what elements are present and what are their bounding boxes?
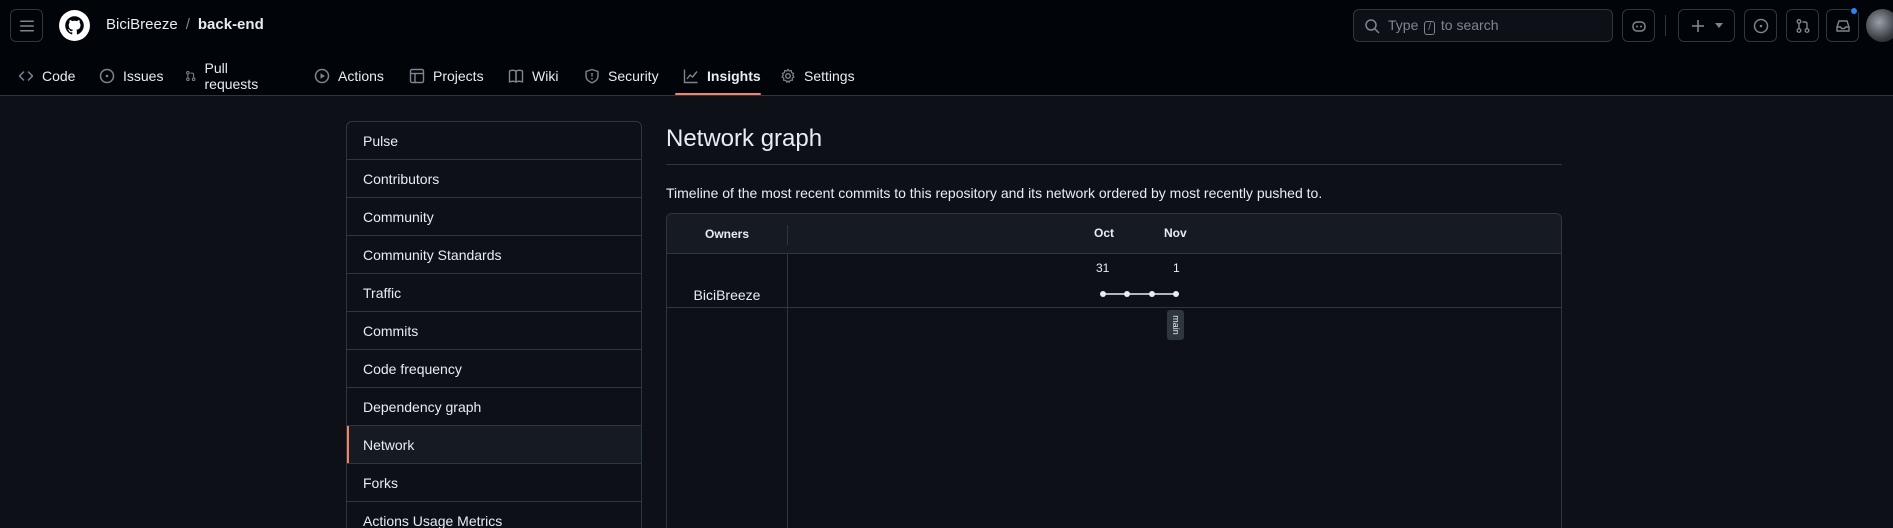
commit-timeline <box>1100 291 1179 297</box>
tab-settings[interactable]: Settings <box>772 56 863 96</box>
sidebar-item-network[interactable]: Network <box>347 426 641 464</box>
create-new-button[interactable] <box>1678 9 1735 42</box>
github-logo-icon[interactable] <box>58 9 91 42</box>
tab-projects[interactable]: Projects <box>401 56 492 96</box>
branch-name: main <box>1170 315 1181 335</box>
sidebar-item-contributors[interactable]: Contributors <box>347 160 641 198</box>
copilot-button[interactable] <box>1622 9 1655 42</box>
git-pull-request-icon <box>186 70 196 82</box>
tab-label: Insights <box>707 68 761 84</box>
active-tab-indicator <box>675 93 761 95</box>
gear-icon <box>781 68 795 83</box>
tab-label: Code <box>42 68 76 84</box>
book-icon <box>508 69 524 83</box>
tab-label: Wiki <box>532 68 559 84</box>
hamburger-icon <box>19 20 34 31</box>
tab-label: Security <box>608 68 659 84</box>
tab-label: Projects <box>433 68 484 84</box>
breadcrumb: BiciBreeze / back-end <box>106 16 264 33</box>
sidebar-item-dependency-graph[interactable]: Dependency graph <box>347 388 641 426</box>
tab-issues[interactable]: Issues <box>91 56 171 96</box>
search-shortcut-key: / <box>1424 20 1436 35</box>
table-icon <box>409 68 425 84</box>
commit-dot[interactable] <box>1173 291 1179 297</box>
menu-button[interactable] <box>10 9 43 42</box>
sidebar-item-code-frequency[interactable]: Code frequency <box>347 350 641 388</box>
git-pull-request-icon <box>1796 18 1809 33</box>
play-icon <box>314 68 330 84</box>
avatar[interactable] <box>1866 9 1893 42</box>
tab-code[interactable]: Code <box>10 56 83 96</box>
issue-opened-icon <box>1753 18 1768 33</box>
copilot-icon <box>1631 20 1646 32</box>
tab-label: Actions <box>338 68 384 84</box>
notification-indicator <box>1850 7 1858 15</box>
sidebar-item-community[interactable]: Community <box>347 198 641 236</box>
triangle-down-icon <box>1714 22 1723 28</box>
sidebar-item-forks[interactable]: Forks <box>347 464 641 502</box>
sidebar-item-actions-usage-metrics[interactable]: Actions Usage Metrics <box>347 502 641 528</box>
tab-label: Issues <box>123 68 164 84</box>
network-graph[interactable]: Owners Oct Nov 31 1 BiciBreeze main <box>666 213 1562 528</box>
tab-actions[interactable]: Actions <box>306 56 392 96</box>
insights-sidebar: Pulse Contributors Community Community S… <box>346 121 642 528</box>
commit-dot[interactable] <box>1100 291 1106 297</box>
search-placeholder-suffix: to search <box>1440 16 1499 33</box>
sidebar-item-commits[interactable]: Commits <box>347 312 641 350</box>
repo-link[interactable]: back-end <box>198 16 264 33</box>
tab-pull-requests[interactable]: Pull requests <box>177 56 271 96</box>
issue-opened-icon <box>99 68 115 84</box>
shield-icon <box>585 68 599 84</box>
page-description: Timeline of the most recent commits to t… <box>666 185 1323 201</box>
sidebar-item-pulse[interactable]: Pulse <box>347 122 641 160</box>
graph-icon <box>683 69 698 84</box>
branch-label: main <box>1167 310 1184 340</box>
title-divider <box>666 164 1562 165</box>
search-placeholder-prefix: Type <box>1388 16 1419 33</box>
tab-wiki[interactable]: Wiki <box>500 56 566 96</box>
search-input[interactable]: Type / to search <box>1353 9 1613 42</box>
plus-icon <box>1691 19 1704 32</box>
inbox-icon <box>1835 19 1850 32</box>
sidebar-item-community-standards[interactable]: Community Standards <box>347 236 641 274</box>
page-title: Network graph <box>666 125 823 152</box>
search-icon <box>1365 18 1380 33</box>
tab-security[interactable]: Security <box>576 56 667 96</box>
tab-insights[interactable]: Insights <box>675 56 769 96</box>
code-icon <box>18 71 34 81</box>
commit-dot[interactable] <box>1124 291 1130 297</box>
header-divider <box>1665 15 1666 36</box>
pull-requests-button[interactable] <box>1786 9 1819 42</box>
tab-label: Pull requests <box>204 60 259 92</box>
breadcrumb-separator: / <box>185 16 190 33</box>
tab-label: Settings <box>804 68 855 84</box>
issues-button[interactable] <box>1744 9 1777 42</box>
owner-link[interactable]: BiciBreeze <box>106 16 178 33</box>
commit-dot[interactable] <box>1149 291 1155 297</box>
sidebar-item-traffic[interactable]: Traffic <box>347 274 641 312</box>
